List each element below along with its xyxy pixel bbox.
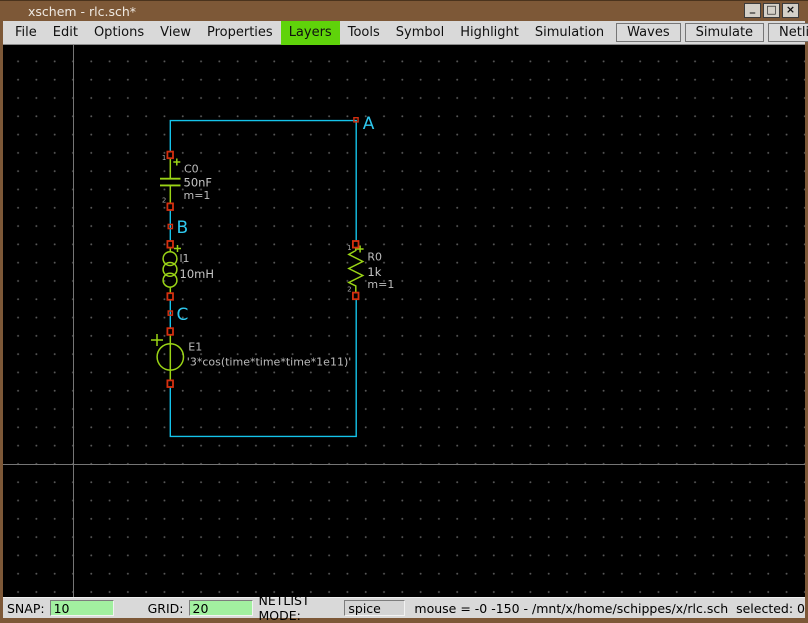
snap-input[interactable] bbox=[49, 600, 114, 616]
net-label-B[interactable]: B bbox=[177, 218, 189, 238]
schematic-drawing: 1 2 C0 50nF m=1 l1 10mH E1 '3*cos(time*t… bbox=[151, 114, 394, 438]
cap-value: 50nF bbox=[184, 175, 213, 189]
menubar: File Edit Options View Properties Layers… bbox=[3, 20, 808, 45]
plus-icon bbox=[151, 334, 163, 346]
menu-view[interactable]: View bbox=[152, 21, 199, 45]
ind-name: l1 bbox=[180, 252, 190, 265]
titlebar[interactable]: xschem - rlc.sch* _ □ × bbox=[0, 0, 808, 21]
pin-box bbox=[166, 327, 174, 336]
res-pin1: 1 bbox=[347, 244, 351, 252]
simulate-button[interactable]: Simulate bbox=[684, 23, 765, 42]
menu-simulation[interactable]: Simulation bbox=[527, 21, 612, 45]
menu-edit[interactable]: Edit bbox=[45, 21, 86, 45]
menu-symbol[interactable]: Symbol bbox=[388, 21, 452, 45]
netlist-mode-input[interactable] bbox=[344, 600, 406, 616]
pin-box bbox=[166, 202, 174, 211]
res-value: 1k bbox=[367, 265, 381, 279]
menu-file[interactable]: File bbox=[7, 21, 45, 45]
cap-pin1: 1 bbox=[162, 154, 166, 162]
cap-pin2: 2 bbox=[162, 197, 166, 205]
net-label-A[interactable]: A bbox=[363, 114, 375, 134]
net-labels[interactable]: A B C bbox=[167, 114, 375, 325]
window-title: xschem - rlc.sch* bbox=[28, 4, 137, 19]
res-mult: m=1 bbox=[367, 278, 394, 291]
src-value: '3*cos(time*time*time*1e11)' bbox=[187, 355, 351, 368]
menubar-actions: Waves Simulate Netlist Help bbox=[612, 21, 808, 45]
netlist-button[interactable]: Netlist bbox=[768, 23, 808, 42]
grid-label: GRID: bbox=[147, 600, 184, 616]
menu-layers[interactable]: Layers bbox=[280, 20, 340, 45]
pin-box bbox=[351, 291, 360, 301]
label-pin bbox=[353, 116, 359, 123]
close-button[interactable]: × bbox=[782, 3, 799, 18]
schematic-canvas[interactable]: 1 2 C0 50nF m=1 l1 10mH E1 '3*cos(time*t… bbox=[3, 45, 805, 597]
menu-properties[interactable]: Properties bbox=[199, 21, 281, 45]
capacitor-C0[interactable]: 1 2 C0 50nF m=1 bbox=[160, 150, 213, 211]
maximize-button[interactable]: □ bbox=[763, 3, 780, 18]
waves-button[interactable]: Waves bbox=[616, 23, 681, 42]
snap-label: SNAP: bbox=[7, 600, 45, 616]
menu-options[interactable]: Options bbox=[86, 21, 152, 45]
res-pin2: 2 bbox=[347, 285, 351, 293]
menu-tools[interactable]: Tools bbox=[340, 21, 388, 45]
inductor-l1[interactable]: l1 10mH bbox=[162, 240, 214, 301]
pin-box bbox=[166, 240, 174, 249]
resistor-R0[interactable]: 1 2 R0 1k m=1 bbox=[347, 240, 394, 301]
menu-highlight[interactable]: Highlight bbox=[452, 21, 527, 45]
pin-box bbox=[351, 240, 360, 249]
src-name: E1 bbox=[188, 340, 202, 353]
statusbar: SNAP: GRID: NETLIST MODE: mouse = -0 -15… bbox=[3, 593, 805, 623]
pin-box bbox=[166, 150, 174, 160]
plus-icon bbox=[173, 158, 181, 166]
minimize-button[interactable]: _ bbox=[744, 2, 761, 18]
mouse-status-text: mouse = -0 -150 - /mnt/x/home/schippes/x… bbox=[414, 600, 805, 616]
ind-value: 10mH bbox=[180, 267, 214, 281]
pin-box bbox=[166, 379, 174, 388]
voltage-source-E1[interactable]: E1 '3*cos(time*time*time*1e11)' bbox=[151, 327, 351, 388]
grid-input[interactable] bbox=[188, 600, 253, 616]
pin-box bbox=[166, 292, 174, 301]
window-controls: _ □ × bbox=[744, 2, 799, 18]
res-name: R0 bbox=[367, 250, 382, 263]
netlist-mode-label: NETLIST MODE: bbox=[258, 593, 310, 623]
cap-mult: m=1 bbox=[184, 189, 211, 202]
net-label-C[interactable]: C bbox=[177, 305, 189, 325]
xschem-window: xschem - rlc.sch* _ □ × File Edit Option… bbox=[0, 0, 808, 623]
cap-name: C0 bbox=[184, 163, 199, 176]
